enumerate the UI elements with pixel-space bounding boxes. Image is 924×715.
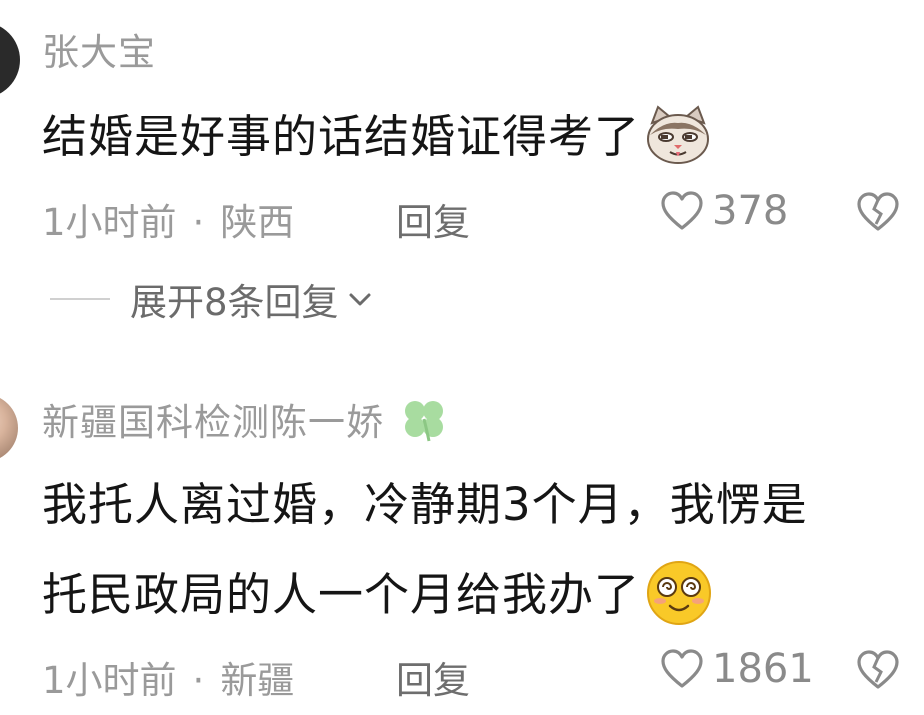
dislike-button[interactable] (856, 192, 900, 236)
comment-text-line-content: 托民政局的人一个月给我办了 (42, 568, 641, 621)
meta-separator: · (192, 659, 205, 702)
heart-icon (661, 649, 703, 688)
expand-replies-button[interactable]: 展开8条回复 (50, 272, 375, 326)
comment-username-text: 新疆国科检测陈一娇 (42, 401, 384, 444)
reply-button[interactable]: 回复 (396, 192, 470, 246)
expand-replies-label: 展开8条回复 (130, 281, 339, 324)
clover-icon (399, 397, 449, 452)
like-count: 378 (712, 188, 789, 234)
comment-text: 结婚是好事的话结婚证得考了 (42, 100, 712, 176)
comment-meta: 1小时前 · 新疆 (42, 650, 294, 704)
chevron-down-icon (349, 293, 371, 306)
meta-separator: · (192, 201, 205, 244)
divider-line (50, 298, 110, 300)
comment-text-line: 结婚是好事的话结婚证得考了 (42, 110, 641, 163)
cat-face-icon (644, 104, 712, 176)
comment-username[interactable]: 张大宝 (42, 22, 156, 76)
like-button[interactable]: 378 (660, 188, 788, 234)
comment-username[interactable]: 新疆国科检测陈一娇 (42, 392, 449, 452)
broken-heart-icon (857, 192, 899, 231)
comment-text-line: 托民政局的人一个月给我办了 (42, 558, 714, 638)
comment-location: 陕西 (220, 201, 295, 244)
dislike-button[interactable] (856, 650, 900, 694)
reply-button[interactable]: 回复 (396, 650, 470, 704)
heart-icon (661, 191, 703, 230)
broken-heart-icon (857, 650, 899, 689)
avatar[interactable] (0, 394, 18, 462)
avatar[interactable] (0, 22, 20, 98)
comment-time: 1小时前 (42, 659, 177, 702)
like-count: 1861 (712, 646, 814, 692)
comment-text-line: 我托人离过婚，冷静期3个月，我愣是 (42, 478, 808, 531)
comment-location: 新疆 (220, 659, 295, 702)
like-button[interactable]: 1861 (660, 646, 814, 692)
dazed-face-icon (644, 559, 714, 638)
comment-time: 1小时前 (42, 201, 177, 244)
comment-meta: 1小时前 · 陕西 (42, 192, 294, 246)
